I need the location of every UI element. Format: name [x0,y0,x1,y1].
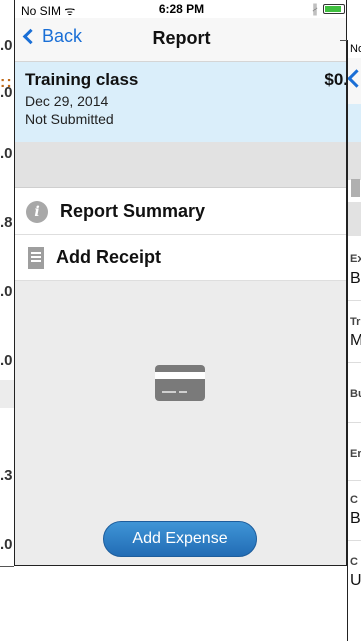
receipt-icon [28,246,44,269]
clock: 6:28 PM [158,2,205,16]
add-expense-button[interactable]: Add Expense [103,521,257,557]
add-receipt-label: Add Receipt [56,247,162,267]
background-app-left: .0 :: .0 .0 .8 .0 .0 .3 .0 [0,0,14,641]
background-nav [348,58,361,104]
page-title: Report [152,28,211,48]
credit-card-icon [155,365,205,401]
background-number: .3 [0,467,13,484]
background-number: .0 [0,37,13,54]
add-receipt-row[interactable]: Add Receipt [15,235,346,281]
background-divider [348,300,361,301]
expenses-empty-area: Add Expense [15,281,346,565]
background-field-label: C [350,494,358,506]
background-divider [348,480,361,481]
background-divider [348,202,361,236]
report-title: Training class [25,70,139,89]
background-number: .8 [0,214,13,231]
background-field-value: M [350,332,361,350]
background-divider [348,540,361,541]
background-divider [348,142,361,180]
background-number: .0 [0,283,13,300]
report-status: Not Submitted [25,111,114,127]
background-number: .0 [0,84,13,101]
background-number: .0 [0,352,13,369]
background-field-value: B [350,510,361,527]
background-field-label: Er [350,448,361,460]
background-field-value: U [350,572,361,589]
bluetooth-icon: ∦ [312,2,318,16]
background-field-label: Ex [350,253,361,265]
receipt-icon [351,179,360,197]
section-divider [15,142,346,188]
background-divider [348,362,361,363]
report-header[interactable]: Training class $0. Dec 29, 2014 Not Subm… [15,62,347,142]
background-field-label: Tr [350,316,361,328]
status-bar: No SIM ᯤ 6:28 PM ∦ [15,0,346,18]
background-app-right: No Ex B Tr M Bu Er C B C U [347,40,361,641]
background-header [348,104,361,142]
battery-icon [323,4,345,14]
background-divider [0,566,14,567]
background-field-label: C [350,556,358,568]
background-number: .0 [0,145,13,162]
background-divider [348,422,361,423]
background-number: .0 [0,536,13,553]
report-date: Dec 29, 2014 [25,93,109,109]
background-strip [0,380,14,408]
screenshot-stage: .0 :: .0 .0 .8 .0 .0 .3 .0 No SIM ᯤ 6:28… [0,0,361,641]
report-summary-label: Report Summary [60,201,206,221]
report-amount: $0. [324,70,347,89]
report-screen: No SIM ᯤ 6:28 PM ∦ Back Report Training … [14,0,347,566]
chevron-left-icon [348,69,361,88]
background-field-label: Bu [350,388,361,400]
background-status: No [350,43,361,55]
navigation-bar: Back Report [15,18,346,62]
info-icon: i [26,200,48,223]
background-field-value: B [350,270,361,287]
report-summary-row[interactable]: i Report Summary [15,189,346,235]
